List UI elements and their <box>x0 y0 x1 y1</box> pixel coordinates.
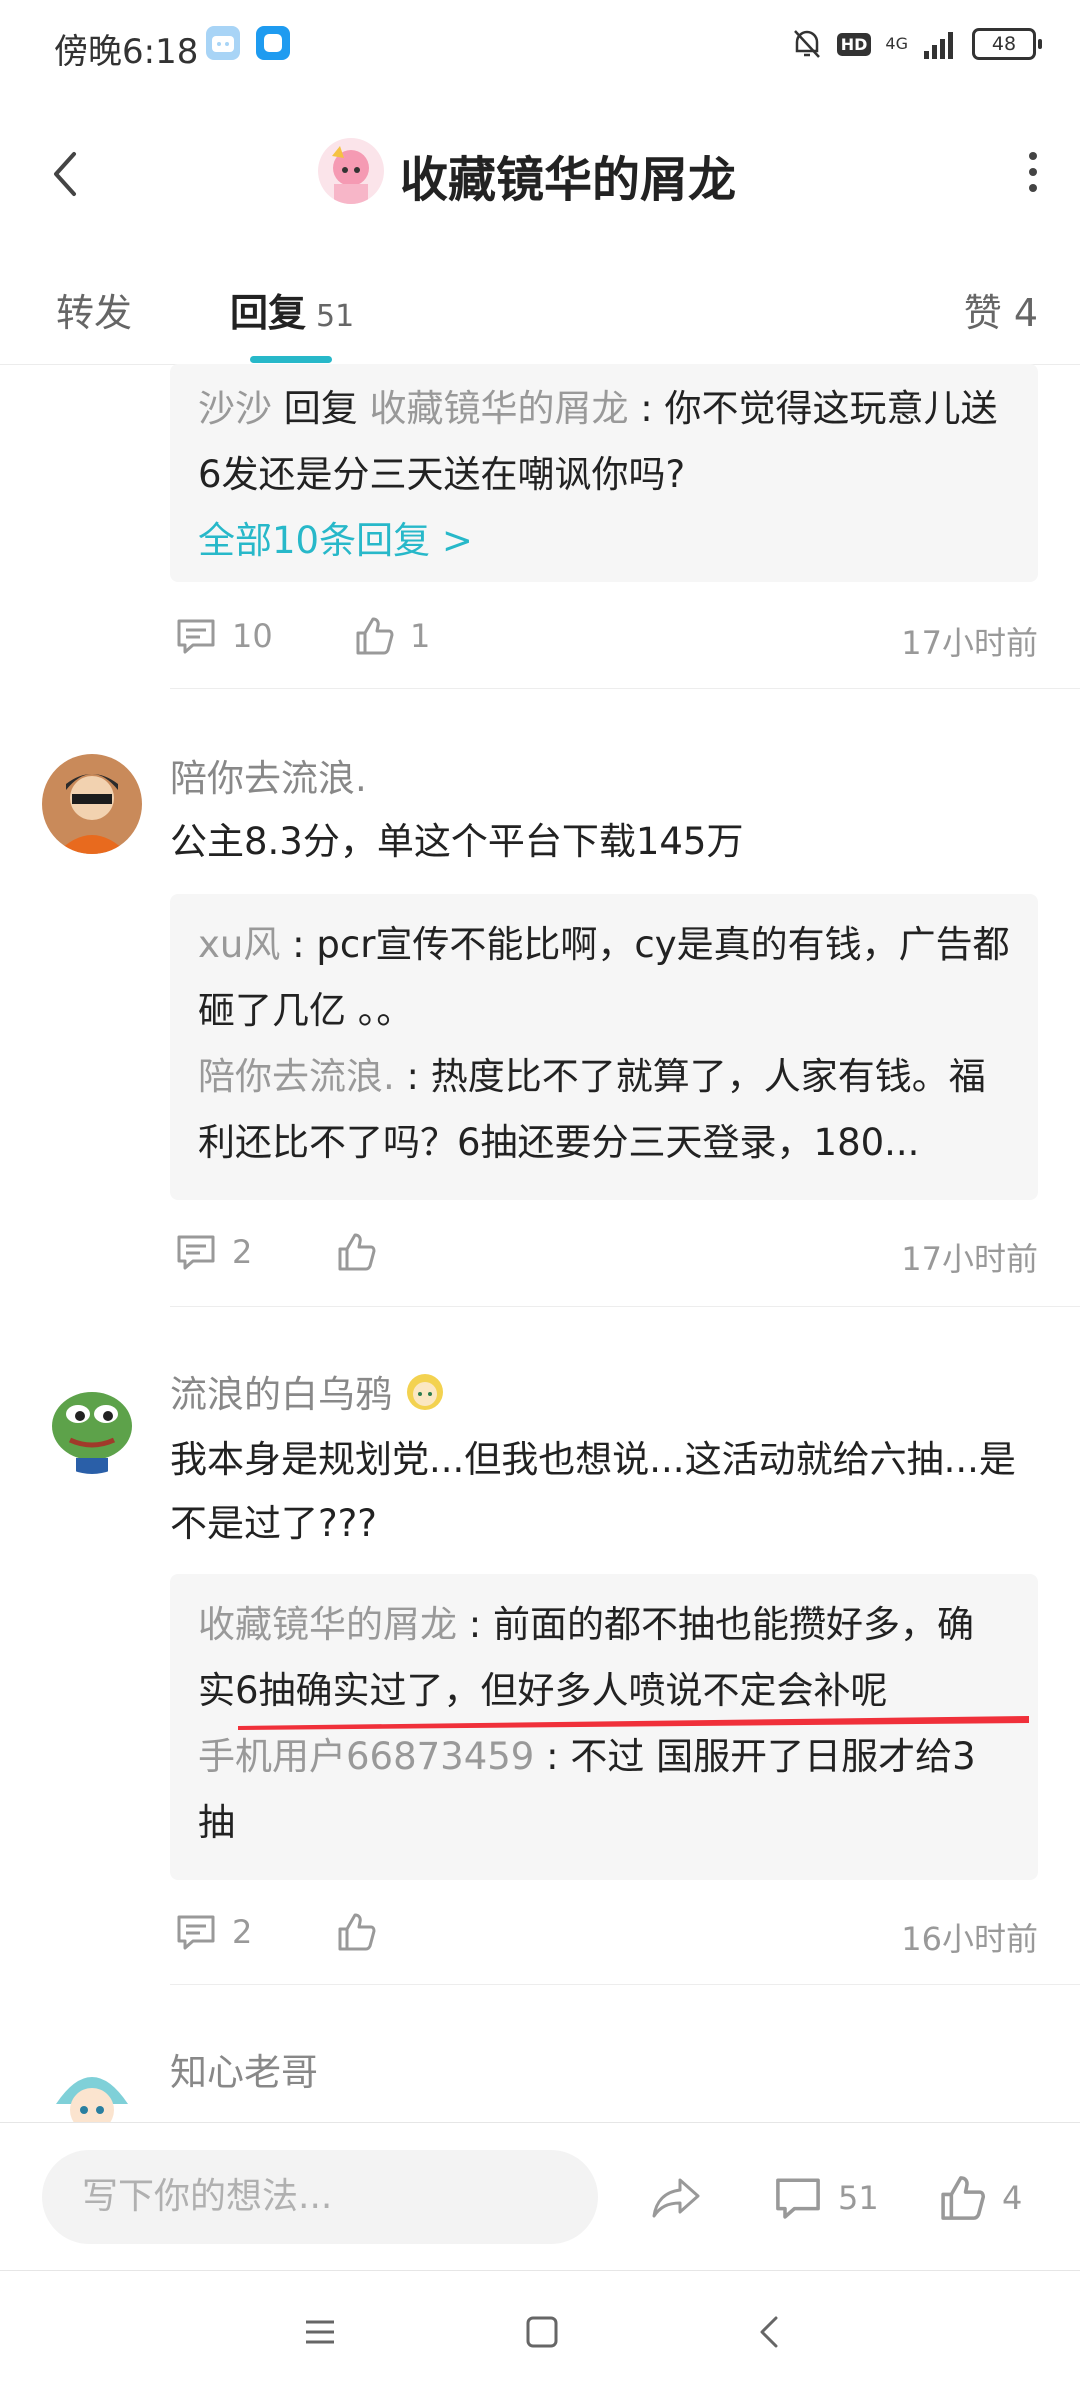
tab-reply-count: 51 <box>316 299 355 334</box>
like-count: 4 <box>1002 2179 1023 2217</box>
user-avatar[interactable] <box>42 2054 142 2122</box>
back-nav-icon[interactable] <box>752 2314 788 2354</box>
like-icon <box>941 2176 986 2220</box>
comment-time: 16小时前 <box>901 1920 1038 1958</box>
comment-icon <box>177 1915 215 1950</box>
comment-icon <box>776 2178 820 2219</box>
reply-count: 2 <box>232 1233 253 1271</box>
like-icon <box>338 1913 376 1951</box>
view-all-replies-link[interactable]: 全部10条回复 > <box>198 508 1010 574</box>
reply-target[interactable]: 收藏镜华的屑龙 <box>370 387 629 430</box>
reply-text: pcr宣传不能比啊，cy是真的有钱，广告都砸了几亿 。。 <box>198 923 1010 1032</box>
tab-indicator <box>250 356 332 363</box>
reply-sep: : <box>628 387 665 430</box>
battery-indicator: 48 <box>972 28 1042 60</box>
hd-badge: HD <box>836 32 872 56</box>
like-button[interactable]: 1 <box>352 614 430 658</box>
reply-name[interactable]: xu风 <box>198 923 280 966</box>
back-icon[interactable] <box>44 146 88 202</box>
tab-reply-label: 回复 <box>230 291 307 335</box>
network-type: 4G <box>885 34 908 53</box>
comment-input[interactable]: 写下你的想法... <box>42 2150 598 2244</box>
comment-divider <box>170 1984 1080 1985</box>
user-name[interactable]: 知心老哥 <box>170 2042 318 2096</box>
comments-button[interactable]: 51 <box>772 2172 879 2224</box>
share-button[interactable] <box>650 2172 702 2224</box>
tab-forward[interactable]: 转发 <box>56 282 132 337</box>
reply-sep: : <box>457 1603 493 1646</box>
author-avatar[interactable] <box>318 138 384 204</box>
reply-box[interactable]: xu风 : pcr宣传不能比啊，cy是真的有钱，广告都砸了几亿 。。 陪你去流浪… <box>170 894 1038 1200</box>
tab-reply[interactable]: 回复 51 <box>230 282 354 337</box>
comment-count: 51 <box>838 2179 879 2217</box>
reply-sep: : <box>394 1055 431 1098</box>
comment-time: 17小时前 <box>901 1240 1038 1278</box>
comment-divider <box>170 1306 1080 1307</box>
user-name-row[interactable]: 流浪的白乌鸦 <box>170 1364 448 1418</box>
tab-like[interactable]: 赞 4 <box>964 282 1038 337</box>
reply-item: 沙沙 回复 收藏镜华的屑龙 : 你不觉得这玩意儿送6发还是分三天送在嘲讽你吗? <box>198 376 1010 508</box>
share-icon <box>652 2178 700 2218</box>
reply-item: 收藏镜华的屑龙 : 前面的都不抽也能攒好多，确实6抽确实过了，但好多人喷说不定会… <box>198 1592 1010 1724</box>
user-avatar[interactable] <box>42 754 142 854</box>
reply-name[interactable]: 陪你去流浪. <box>198 1055 395 1098</box>
home-nav-icon[interactable] <box>524 2314 560 2354</box>
user-badge-icon <box>407 1374 443 1410</box>
reply-item: xu风 : pcr宣传不能比啊，cy是真的有钱，广告都砸了几亿 。。 <box>198 912 1010 1044</box>
reply-name[interactable]: 手机用户66873459 <box>198 1735 534 1778</box>
comment-icon <box>177 619 215 654</box>
status-time: 傍晚6:18 <box>54 32 199 72</box>
red-underline-annotation <box>238 1716 1029 1730</box>
reply-count: 2 <box>232 1913 253 1951</box>
more-icon[interactable] <box>1026 150 1040 194</box>
like-button[interactable] <box>334 1910 378 1954</box>
bilibili-app-icon <box>206 26 240 60</box>
comment-text: 公主8.3分，单这个平台下载145万 <box>170 820 744 863</box>
reply-sep: : <box>280 923 317 966</box>
like-icon <box>338 1233 376 1271</box>
user-name[interactable]: 陪你去流浪. <box>170 748 367 802</box>
comment-text: 我本身是规划党...但我也想说...这活动就给六抽...是不是过了??? <box>170 1438 1016 1545</box>
reply-sep: : <box>534 1735 571 1778</box>
user-name[interactable]: 流浪的白乌鸦 <box>170 1364 392 1418</box>
reply-button[interactable]: 10 <box>174 614 273 658</box>
reply-button[interactable]: 2 <box>174 1230 252 1274</box>
user-avatar[interactable] <box>42 1374 142 1474</box>
app-notification-icon <box>256 26 290 60</box>
signal-icon <box>924 32 953 59</box>
like-icon <box>356 617 394 655</box>
comment-divider <box>170 688 1080 689</box>
reply-box[interactable]: 沙沙 回复 收藏镜华的屑龙 : 你不觉得这玩意儿送6发还是分三天送在嘲讽你吗? … <box>170 364 1038 582</box>
like-button[interactable]: 4 <box>936 2172 1022 2224</box>
menu-nav-icon[interactable] <box>302 2314 338 2354</box>
comment-time: 17小时前 <box>901 624 1038 662</box>
reply-item: 手机用户66873459 : 不过 国服开了日服才给3抽 <box>198 1724 1010 1856</box>
mute-icon <box>793 30 820 58</box>
reply-verb: 回复 <box>272 387 370 430</box>
like-button[interactable] <box>334 1230 378 1274</box>
page-title: 收藏镜华的屑龙 <box>400 152 737 208</box>
reply-name[interactable]: 收藏镜华的屑龙 <box>198 1603 457 1646</box>
like-count: 1 <box>410 617 431 655</box>
reply-count: 10 <box>232 617 273 655</box>
reply-button[interactable]: 2 <box>174 1910 252 1954</box>
status-icons: HD 4G 48 <box>791 22 1042 66</box>
reply-item: 陪你去流浪. : 热度比不了就算了，人家有钱。福利还比不了吗？6抽还要分三天登录… <box>198 1044 1010 1176</box>
comment-icon <box>177 1235 215 1270</box>
reply-name[interactable]: 沙沙 <box>198 387 272 430</box>
